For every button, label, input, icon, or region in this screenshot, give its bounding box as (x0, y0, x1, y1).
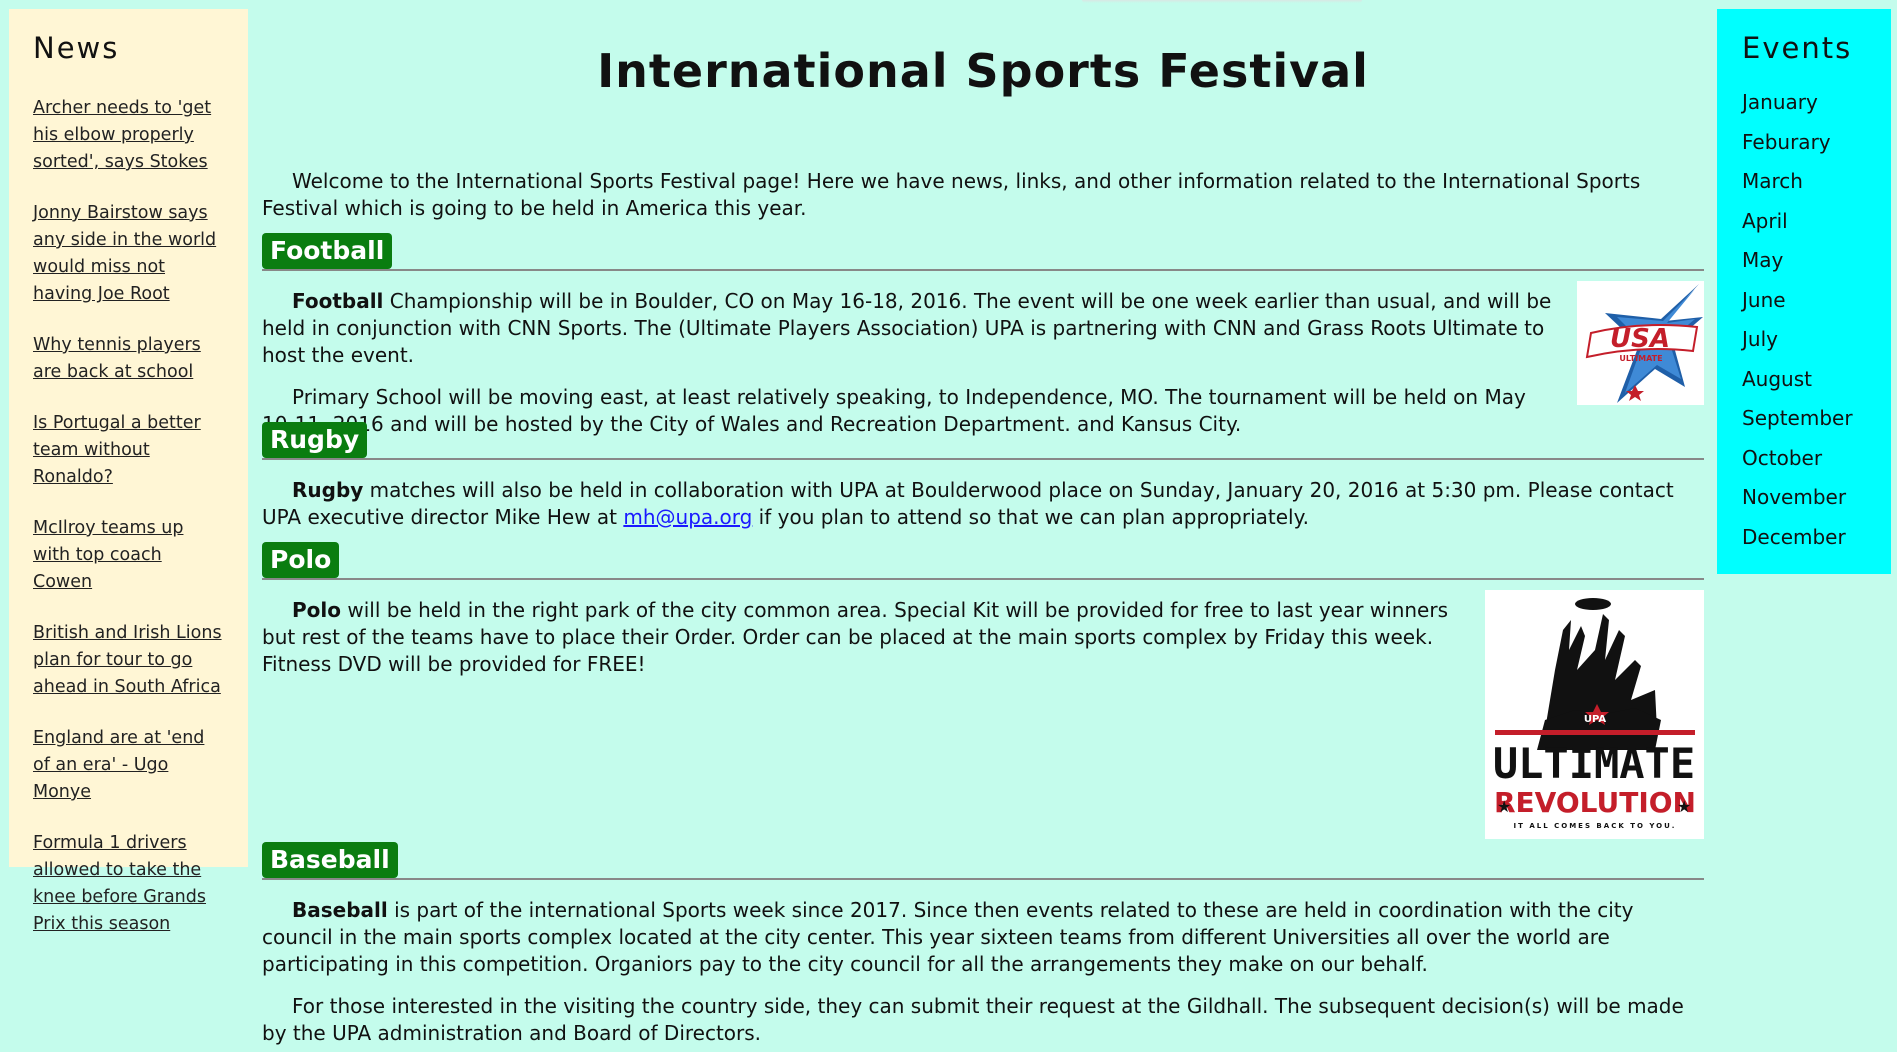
polo-text: will be held in the right park of the ci… (262, 598, 1449, 676)
rugby-paragraph: Rugby matches will also be held in colla… (262, 477, 1704, 531)
event-month-item[interactable]: January (1742, 91, 1891, 131)
svg-text:REVOLUTION: REVOLUTION (1494, 786, 1696, 819)
news-link[interactable]: Is Portugal a better team without Ronald… (33, 413, 201, 487)
news-link[interactable]: McIlroy teams up with top coach Cowen (33, 518, 183, 592)
main-content: International Sports Festival Welcome to… (262, 0, 1704, 1052)
event-month-item[interactable]: July (1742, 328, 1891, 368)
svg-text:IT ALL COMES BACK TO YOU.: IT ALL COMES BACK TO YOU. (1514, 822, 1677, 830)
event-month-item[interactable]: September (1742, 407, 1891, 447)
events-month-list: January Feburary March April May June Ju… (1742, 91, 1891, 565)
event-month-item[interactable]: Feburary (1742, 131, 1891, 171)
news-link[interactable]: Why tennis players are back at school (33, 335, 201, 382)
rugby-section-header: Rugby (262, 422, 1704, 460)
news-item: Jonny Bairstow says any side in the worl… (33, 200, 224, 308)
baseball-section-body: Baseball is part of the international Sp… (262, 897, 1704, 1052)
event-month-item[interactable]: December (1742, 526, 1891, 566)
baseball-text: is part of the international Sports week… (262, 898, 1634, 976)
svg-text:USA: USA (1610, 324, 1670, 354)
usa-star-icon: USA ULTIMATE (1585, 284, 1703, 403)
polo-section-body: Polo will be held in the right park of t… (262, 597, 1472, 693)
rugby-section-body: Rugby matches will also be held in colla… (262, 477, 1704, 546)
svg-text:ULTIMATE: ULTIMATE (1493, 739, 1695, 788)
svg-text:ULTIMATE: ULTIMATE (1619, 354, 1662, 363)
football-paragraph-1: Football Championship will be in Boulder… (262, 288, 1562, 369)
polo-section-header: Polo (262, 542, 1704, 580)
baseball-section-header: Baseball (262, 842, 1704, 880)
news-item: Formula 1 drivers allowed to take the kn… (33, 830, 224, 938)
football-section-header: Football (262, 233, 1704, 271)
news-item: McIlroy teams up with top coach Cowen (33, 515, 224, 596)
intro-paragraph: Welcome to the International Sports Fest… (262, 169, 1641, 220)
page: News Archer needs to 'get his elbow prop… (0, 0, 1897, 1052)
svg-text:★: ★ (1677, 797, 1691, 816)
event-month-item[interactable]: April (1742, 210, 1891, 250)
page-title: International Sports Festival (597, 44, 1369, 98)
rugby-text-after: if you plan to attend so that we can pla… (752, 505, 1309, 529)
event-month-item[interactable]: August (1742, 368, 1891, 408)
svg-text:★: ★ (1497, 797, 1511, 816)
event-month-item[interactable]: October (1742, 447, 1891, 487)
ultimate-revolution-logo: UPA ULTIMATE REVOLUTION ★ ★ IT ALL COMES… (1485, 590, 1704, 839)
baseball-paragraph-1: Baseball is part of the international Sp… (262, 897, 1704, 978)
news-item: England are at 'end of an era' - Ugo Mon… (33, 725, 224, 806)
baseball-heading: Baseball (262, 842, 398, 878)
polo-bold-term: Polo (292, 598, 341, 622)
baseball-paragraph-2: For those interested in the visiting the… (262, 994, 1684, 1045)
news-title: News (33, 31, 120, 65)
top-shadow-decoration (1082, 0, 1362, 3)
polo-paragraph: Polo will be held in the right park of t… (262, 597, 1472, 678)
football-heading: Football (262, 233, 393, 269)
ultimate-revolution-icon: UPA ULTIMATE REVOLUTION ★ ★ IT ALL COMES… (1493, 598, 1696, 830)
news-link[interactable]: Jonny Bairstow says any side in the worl… (33, 203, 216, 304)
events-sidebar: Events January Feburary March April May … (1717, 9, 1891, 574)
football-bold-term: Football (292, 289, 384, 313)
events-title: Events (1742, 31, 1853, 65)
news-item: Archer needs to 'get his elbow properly … (33, 95, 224, 176)
email-link[interactable]: mh@upa.org (623, 505, 752, 529)
football-text: Championship will be in Boulder, CO on M… (262, 289, 1552, 367)
news-list: Archer needs to 'get his elbow properly … (33, 95, 224, 938)
news-item: Is Portugal a better team without Ronald… (33, 410, 224, 491)
baseball-bold-term: Baseball (292, 898, 388, 922)
event-month-item[interactable]: March (1742, 170, 1891, 210)
news-link[interactable]: Archer needs to 'get his elbow properly … (33, 98, 211, 172)
news-item: British and Irish Lions plan for tour to… (33, 620, 224, 701)
event-month-item[interactable]: June (1742, 289, 1891, 329)
news-sidebar: News Archer needs to 'get his elbow prop… (9, 9, 248, 934)
news-link[interactable]: British and Irish Lions plan for tour to… (33, 623, 222, 697)
news-item: Why tennis players are back at school (33, 332, 224, 386)
news-link[interactable]: England are at 'end of an era' - Ugo Mon… (33, 728, 204, 802)
polo-heading: Polo (262, 542, 340, 578)
news-link[interactable]: Formula 1 drivers allowed to take the kn… (33, 833, 206, 934)
svg-text:UPA: UPA (1584, 714, 1607, 725)
rugby-heading: Rugby (262, 422, 368, 458)
event-month-item[interactable]: November (1742, 486, 1891, 526)
rugby-bold-term: Rugby (292, 478, 364, 502)
usa-ultimate-logo: USA ULTIMATE (1577, 281, 1704, 405)
event-month-item[interactable]: May (1742, 249, 1891, 289)
